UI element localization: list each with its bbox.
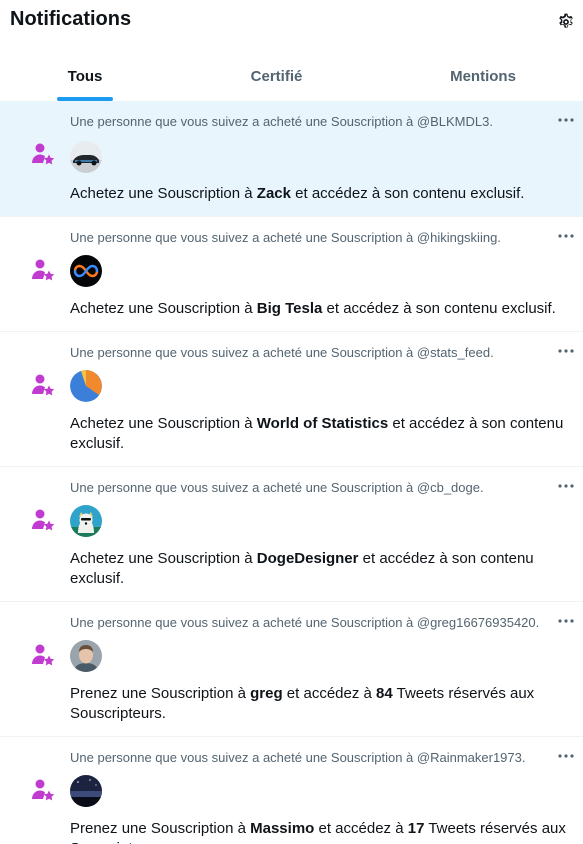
pie-chart-avatar[interactable] <box>70 370 102 402</box>
message-text: Prenez une Souscription à <box>70 685 251 702</box>
creator-name: World of Statistics <box>256 415 389 432</box>
tab-label: Mentions <box>450 68 516 85</box>
tab-label: Tous <box>67 68 103 85</box>
more-options-icon[interactable] <box>556 230 576 242</box>
creator-name: Big Tesla <box>256 300 323 317</box>
person-avatar[interactable] <box>70 640 102 672</box>
notification-message: Achetez une Souscription à Zack et accéd… <box>70 184 575 204</box>
infinity-avatar[interactable] <box>70 255 102 287</box>
gear-icon[interactable] <box>556 12 576 32</box>
more-options-icon[interactable] <box>556 345 576 357</box>
notification-message: Achetez une Souscription à World of Stat… <box>70 414 575 454</box>
message-text: Achetez une Souscription à <box>70 415 257 432</box>
notification-context: Une personne que vous suivez a acheté un… <box>70 345 494 360</box>
message-text: et accédez à <box>282 685 377 702</box>
notification-item[interactable]: Une personne que vous suivez a acheté un… <box>0 217 583 332</box>
creator-name: Zack <box>256 185 291 202</box>
notification-item[interactable]: Une personne que vous suivez a acheté un… <box>0 332 583 467</box>
notification-message: Prenez une Souscription à Massimo et acc… <box>70 819 575 844</box>
notification-item[interactable]: Une personne que vous suivez a acheté un… <box>0 602 583 737</box>
notification-context: Une personne que vous suivez a acheté un… <box>70 615 540 630</box>
night-sky-avatar[interactable] <box>70 775 102 807</box>
creator-name: DogeDesigner <box>256 550 359 567</box>
more-options-icon[interactable] <box>556 750 576 762</box>
page-header: Notifications <box>0 0 583 44</box>
message-text: Prenez une Souscription à <box>70 820 251 837</box>
message-text: Achetez une Souscription à <box>70 185 257 202</box>
creator-name: Massimo <box>250 820 315 837</box>
notification-tabs: Tous Certifié Mentions <box>0 52 583 101</box>
more-options-icon[interactable] <box>556 114 576 126</box>
notification-message: Prenez une Souscription à greg et accéde… <box>70 684 575 724</box>
notification-context: Une personne que vous suivez a acheté un… <box>70 480 484 495</box>
tab-tous[interactable]: Tous <box>0 52 170 101</box>
creator-name: greg <box>250 685 283 702</box>
message-text: Achetez une Souscription à <box>70 300 257 317</box>
page-title: Notifications <box>10 8 132 30</box>
message-text: et accédez à son contenu exclusif. <box>322 300 556 317</box>
subscription-icon <box>30 257 56 283</box>
notification-item[interactable]: Une personne que vous suivez a acheté un… <box>0 737 583 844</box>
tab-label: Certifié <box>250 68 303 85</box>
subscription-icon <box>30 642 56 668</box>
notification-item[interactable]: Une personne que vous suivez a acheté un… <box>0 467 583 602</box>
more-options-icon[interactable] <box>556 480 576 492</box>
subscription-icon <box>30 777 56 803</box>
subscription-icon <box>30 141 56 167</box>
car-avatar[interactable] <box>70 141 102 173</box>
tab-certifie[interactable]: Certifié <box>170 52 383 101</box>
tweet-count: 84 <box>376 685 393 702</box>
message-text: et accédez à <box>314 820 408 837</box>
subscription-icon <box>30 507 56 533</box>
message-text: Achetez une Souscription à <box>70 550 257 567</box>
notification-context: Une personne que vous suivez a acheté un… <box>70 114 493 129</box>
subscription-icon <box>30 372 56 398</box>
tweet-count: 17 <box>407 820 425 837</box>
message-text: et accédez à son contenu exclusif. <box>291 185 525 202</box>
notification-item[interactable]: Une personne que vous suivez a acheté un… <box>0 101 583 217</box>
notification-message: Achetez une Souscription à DogeDesigner … <box>70 549 575 589</box>
doge-avatar[interactable] <box>70 505 102 537</box>
tab-mentions[interactable]: Mentions <box>383 52 583 101</box>
more-options-icon[interactable] <box>556 615 576 627</box>
notification-context: Une personne que vous suivez a acheté un… <box>70 750 526 765</box>
notification-context: Une personne que vous suivez a acheté un… <box>70 230 501 245</box>
notification-message: Achetez une Souscription à Big Tesla et … <box>70 299 575 319</box>
